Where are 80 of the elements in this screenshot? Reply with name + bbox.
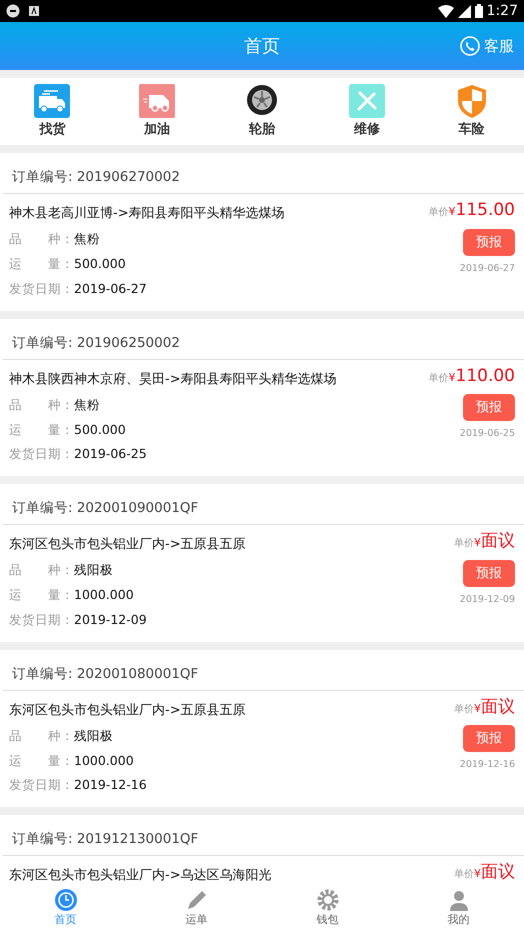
- signal-icon: [458, 4, 471, 18]
- order-date: 2019-06-27: [458, 262, 515, 276]
- detail-label: 运 量：: [9, 752, 74, 770]
- forecast-button[interactable]: 预报: [463, 725, 515, 752]
- currency-symbol: ¥: [474, 536, 481, 550]
- detail-value: 2019-12-09: [74, 610, 147, 629]
- price-label: 单价: [428, 207, 449, 218]
- notification-icon: [28, 5, 40, 17]
- page-title: 首页: [244, 34, 280, 58]
- route-text: 东河区包头市包头铝业厂内->五原县五原: [9, 537, 246, 554]
- detail-label: 品 种：: [9, 726, 74, 745]
- detail-label: 发货日期：: [9, 610, 74, 629]
- shortcut-button[interactable]: 找货: [0, 84, 105, 140]
- tire-icon: [246, 84, 278, 118]
- detail-value: 残阳极: [74, 726, 113, 745]
- route-text: 神木县老高川亚博->寿阳县寿阳平头精华选煤场: [9, 206, 285, 224]
- route-text: 东河区包头市包头铝业厂内->乌达区乌海阳光: [9, 868, 272, 886]
- truck-icon: [34, 84, 70, 118]
- tab-bar-item[interactable]: 我的: [428, 888, 488, 928]
- forecast-button[interactable]: 预报: [463, 228, 515, 256]
- price-value: 面议: [481, 862, 515, 882]
- detail-value: 1000.000: [74, 586, 134, 604]
- order-date: 2019-12-09: [458, 592, 515, 607]
- van-icon: [139, 84, 176, 118]
- detail-label: 发货日期：: [9, 280, 74, 298]
- detail-value: 1000.000: [74, 752, 134, 770]
- detail-value: 500.000: [74, 255, 126, 273]
- order-number: 订单编号: 201906250002: [3, 318, 524, 360]
- detail-label: 品 种：: [9, 396, 74, 414]
- detail-label: 品 种：: [9, 561, 74, 580]
- detail-value: 2019-06-25: [74, 445, 147, 464]
- phone-icon: [460, 36, 480, 56]
- order-date: 2019-12-16: [458, 758, 515, 772]
- tab-bar-item[interactable]: 运单: [166, 888, 226, 928]
- order-number: 订单编号: 201906270002: [3, 153, 524, 194]
- battery-icon: [474, 4, 483, 18]
- customer-service-button[interactable]: 客服: [460, 35, 514, 58]
- detail-value: 500.000: [74, 420, 126, 438]
- price-label: 单价: [454, 538, 474, 550]
- detail-label: 运 量：: [9, 586, 74, 604]
- detail-value: 2019-12-16: [74, 776, 147, 794]
- tab-bar-item[interactable]: 首页: [36, 888, 96, 928]
- shortcut-button[interactable]: 轮胎: [210, 84, 314, 140]
- route-text: 东河区包头市包头铝业厂内->五原县五原: [9, 702, 246, 720]
- order-number: 订单编号: 202001080001QF: [3, 650, 524, 691]
- currency-symbol: ¥: [474, 702, 481, 715]
- detail-value: 焦粉: [74, 230, 100, 248]
- detail-value: 残阳极: [74, 561, 113, 580]
- detail-label: 发货日期：: [9, 776, 74, 794]
- shield-icon: [456, 84, 487, 119]
- route-text: 神木县陕西神木京府、昊田->寿阳县寿阳平头精华选煤场: [9, 372, 337, 389]
- detail-label: 运 量：: [9, 420, 74, 438]
- currency-symbol: ¥: [448, 205, 456, 218]
- price-value: 115.00: [456, 200, 515, 220]
- gear-icon: [316, 888, 340, 912]
- wifi-icon: [438, 4, 454, 18]
- app-notification-icon: [6, 4, 20, 18]
- price-value: 110.00: [456, 366, 515, 386]
- detail-value: 2019-06-27: [74, 280, 147, 298]
- detail-label: 品 种：: [9, 230, 74, 248]
- forecast-button[interactable]: 预报: [463, 394, 515, 422]
- shortcut-button[interactable]: 维修: [314, 84, 420, 140]
- price-label: 单价: [454, 704, 474, 715]
- order-date: 2019-06-25: [458, 427, 515, 442]
- detail-label: 发货日期：: [9, 445, 74, 464]
- order-number: 订单编号: 201912130001QF: [3, 815, 524, 856]
- status-time: 1:27: [486, 2, 518, 20]
- price-value: 面议: [481, 696, 515, 717]
- shortcut-button[interactable]: 加油: [104, 84, 210, 140]
- shortcut-button[interactable]: 车险: [419, 84, 524, 140]
- detail-value: 焦粉: [74, 396, 100, 414]
- tab-bar-item[interactable]: 钱包: [298, 888, 358, 928]
- price-label: 单价: [454, 869, 474, 880]
- currency-symbol: ¥: [448, 370, 456, 384]
- price-label: 单价: [428, 372, 449, 384]
- detail-label: 运 量：: [9, 255, 74, 273]
- currency-symbol: ¥: [474, 867, 481, 880]
- forecast-button[interactable]: 预报: [463, 560, 515, 587]
- price-value: 面议: [481, 531, 515, 552]
- order-number: 订单编号: 202001090001QF: [3, 484, 524, 526]
